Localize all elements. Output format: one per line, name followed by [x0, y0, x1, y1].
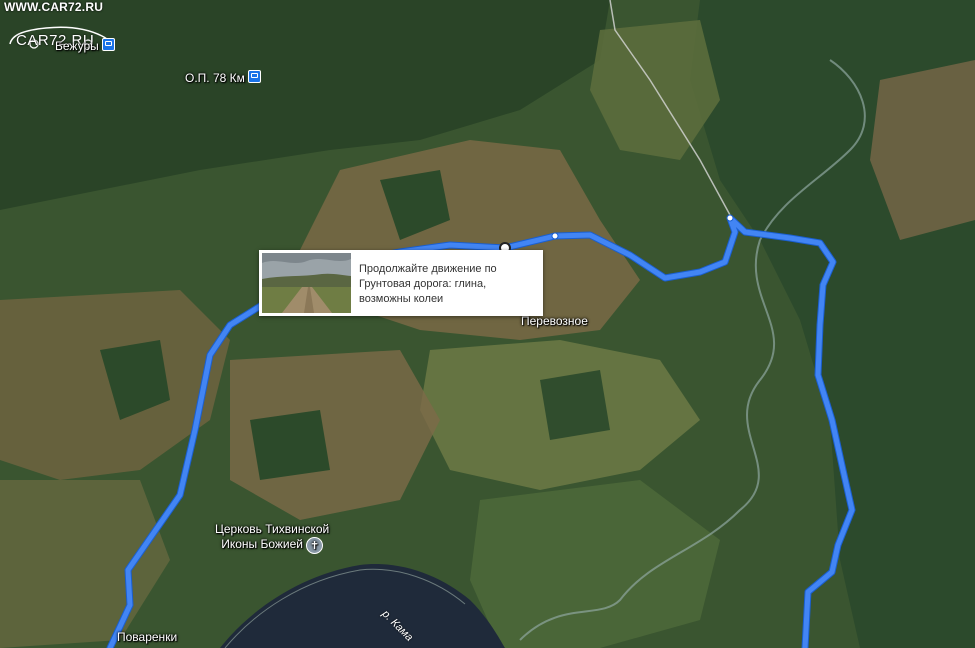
- church-name-line2: Иконы Божией: [221, 537, 303, 551]
- train-station-icon: [101, 38, 115, 51]
- route-waypoint[interactable]: [551, 232, 559, 240]
- place-label-bezhury[interactable]: Бежуры: [55, 38, 115, 53]
- place-name: О.П. 78 Км: [185, 71, 245, 85]
- instruction-line: возможны колеи: [359, 293, 444, 305]
- dirt-road-photo-icon: [262, 253, 351, 313]
- route-line[interactable]: [0, 0, 975, 648]
- church-name-line1: Церковь Тихвинской: [215, 522, 330, 536]
- place-label-povarenki[interactable]: Поваренки: [117, 630, 177, 644]
- map-view[interactable]: WWW.CAR72.RU CAR72.RU Бежуры О.П. 78 Км …: [0, 0, 975, 648]
- instruction-line: Грунтовая дорога: глина,: [359, 278, 487, 290]
- place-name: Бежуры: [55, 39, 99, 53]
- instruction-line: Продолжайте движение по: [359, 263, 497, 275]
- dirt-road-photo-thumbnail[interactable]: [262, 253, 351, 313]
- church-icon: ✝: [306, 537, 323, 554]
- place-label-church[interactable]: Церковь Тихвинской Иконы Божией ✝: [215, 522, 329, 554]
- route-step-popup[interactable]: Продолжайте движение по Грунтовая дорога…: [259, 250, 543, 316]
- watermark-site: WWW.CAR72.RU: [4, 0, 104, 14]
- route-waypoint[interactable]: [726, 214, 734, 222]
- place-label-perevoznoe[interactable]: Перевозное: [521, 314, 588, 328]
- place-label-op78[interactable]: О.П. 78 Км: [185, 70, 261, 85]
- route-step-instruction: Продолжайте движение по Грунтовая дорога…: [359, 262, 537, 307]
- train-station-icon: [247, 70, 261, 83]
